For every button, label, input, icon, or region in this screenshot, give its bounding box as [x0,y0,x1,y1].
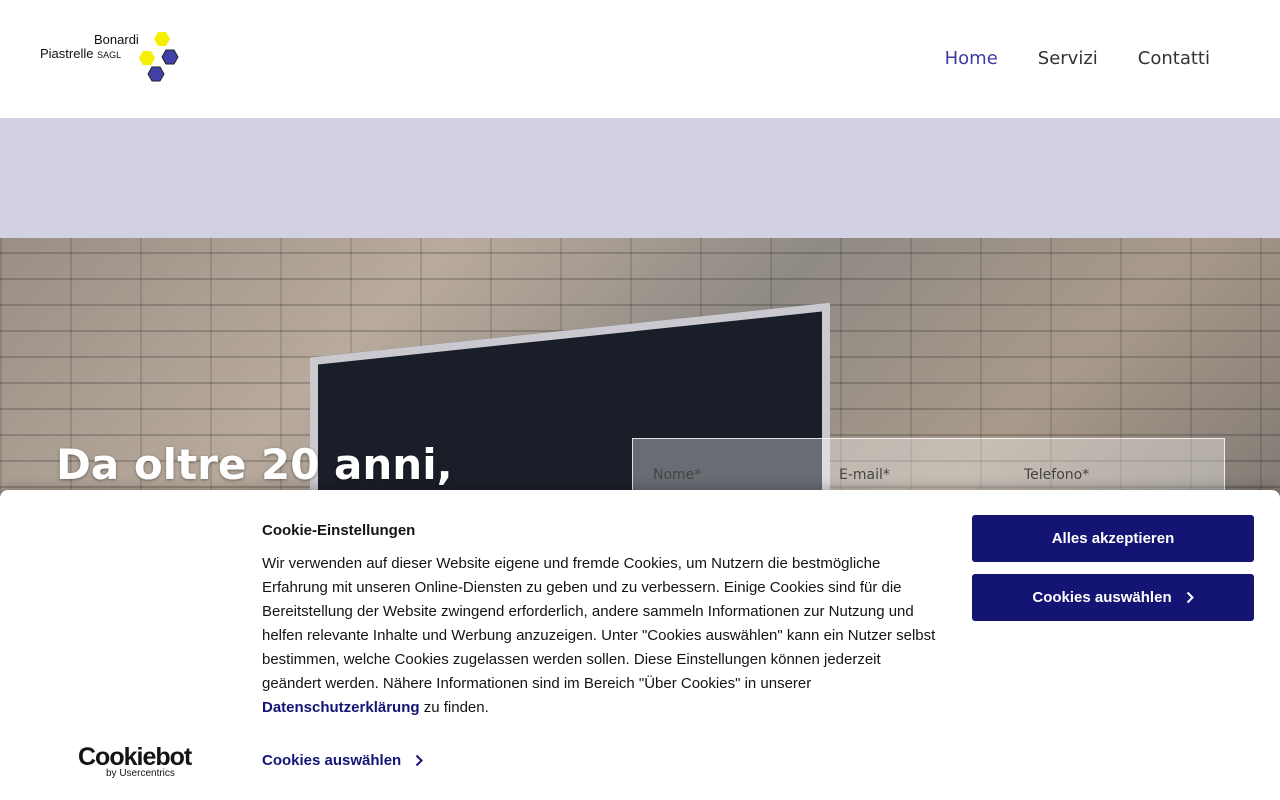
cookie-banner: Cookie-Einstellungen Wir verwenden auf d… [0,490,1280,800]
header-band [0,118,1280,238]
select-cookies-link[interactable]: Cookies auswählen [262,752,424,769]
name-input[interactable] [653,467,823,483]
main-nav: Home Servizi Contatti [945,48,1210,69]
nav-contatti[interactable]: Contatti [1138,48,1210,69]
chevron-right-icon [416,754,424,767]
nav-home[interactable]: Home [945,48,998,69]
contact-form [632,438,1225,498]
site-header: Bonardi Piastrelle SAGL Home Servizi Con… [0,0,1280,118]
phone-input[interactable] [1024,467,1194,483]
cookie-title: Cookie-Einstellungen [262,522,416,539]
privacy-policy-link[interactable]: Datenschutzerklärung [262,699,420,716]
nav-servizi[interactable]: Servizi [1038,48,1098,69]
accept-all-button[interactable]: Alles akzeptieren [972,515,1254,562]
hero-title: Da oltre 20 anni, [56,440,453,489]
email-input[interactable] [839,467,1009,483]
logo-text-piastrelle: Piastrelle SAGL [40,46,122,61]
logo-text-bonardi: Bonardi [94,32,139,47]
chevron-right-icon [1186,591,1194,604]
logo[interactable]: Bonardi Piastrelle SAGL [38,30,183,88]
hexagon-logo-icon [139,32,179,82]
cookie-text: Wir verwenden auf dieser Website eigene … [262,555,936,716]
cookiebot-logo[interactable]: Cookiebot by Usercentrics [78,743,192,779]
select-cookies-button[interactable]: Cookies auswählen [972,574,1254,621]
